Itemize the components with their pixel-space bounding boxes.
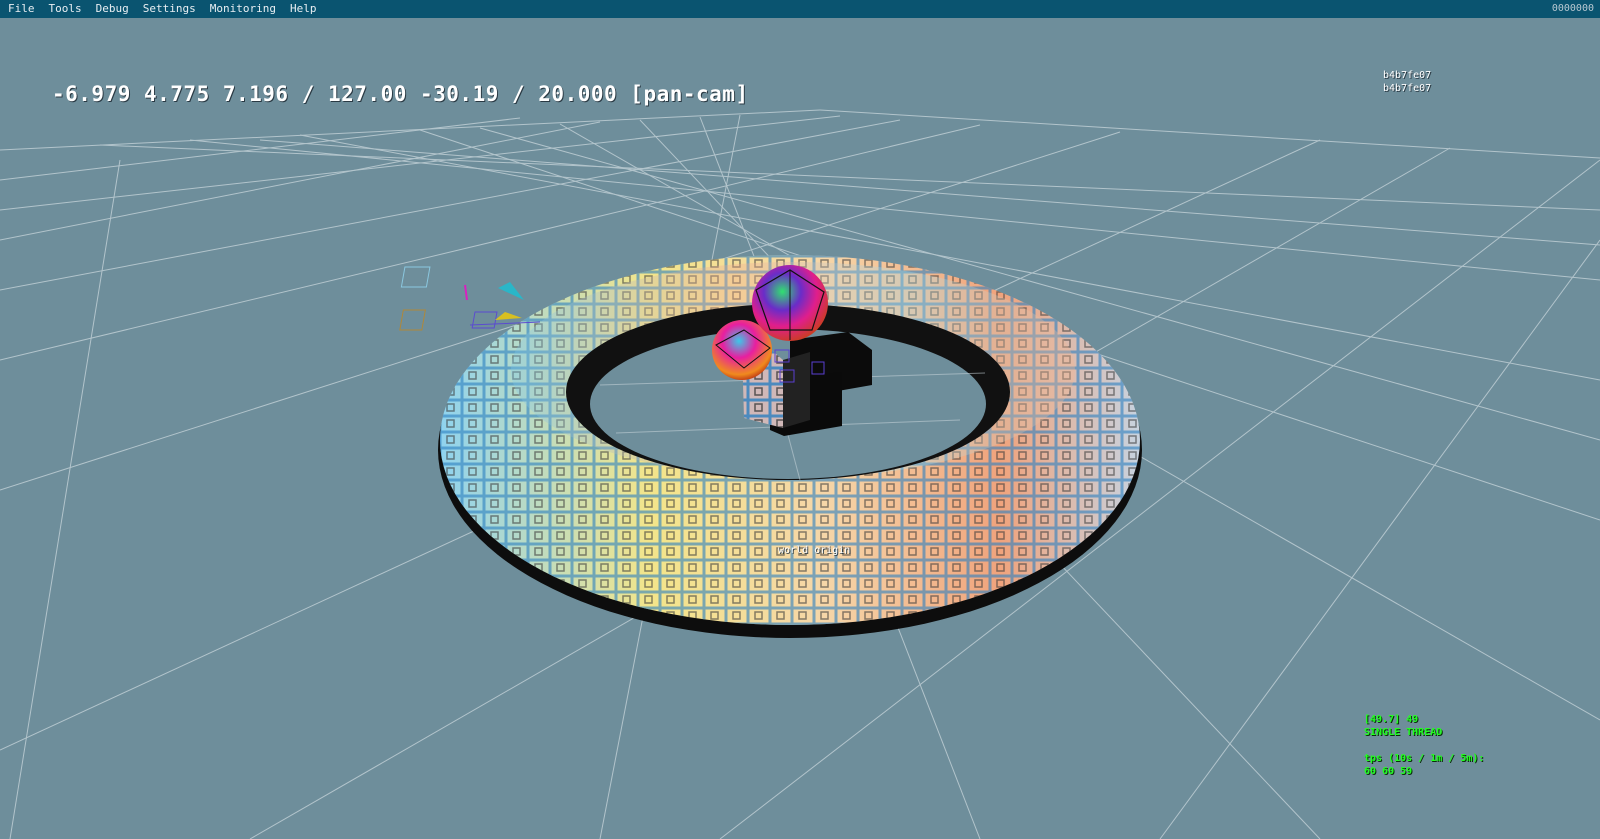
menu-help[interactable]: Help (283, 0, 324, 18)
camera-coordinates: -6.979 4.775 7.196 / 127.00 -30.19 / 20.… (52, 82, 749, 106)
3d-viewport[interactable]: -6.979 4.775 7.196 / 127.00 -30.19 / 20.… (0, 18, 1600, 839)
tps-header: tps (10s / 1m / 5m): (1364, 753, 1485, 764)
camera-gizmo[interactable] (399, 266, 541, 331)
menu-file[interactable]: File (0, 0, 42, 18)
hash-label: b4b7fe07 (1383, 83, 1432, 94)
world-origin-label: world origin (778, 545, 851, 556)
scene-render[interactable] (0, 18, 1600, 839)
hash-label: b4b7fe07 (1383, 70, 1432, 81)
frame-counter: 0000000 (1551, 3, 1594, 14)
menu-debug[interactable]: Debug (89, 0, 136, 18)
menu-bar: File Tools Debug Settings Monitoring Hel… (0, 0, 1600, 18)
tps-values: 60 60 59 (1364, 766, 1413, 777)
menu-tools[interactable]: Tools (42, 0, 89, 18)
menu-monitoring[interactable]: Monitoring (203, 0, 283, 18)
sphere[interactable] (752, 265, 828, 341)
menu-settings[interactable]: Settings (136, 0, 203, 18)
fps-readout: [49.7] 49 (1364, 714, 1419, 725)
thread-mode: SINGLE THREAD (1364, 727, 1443, 738)
